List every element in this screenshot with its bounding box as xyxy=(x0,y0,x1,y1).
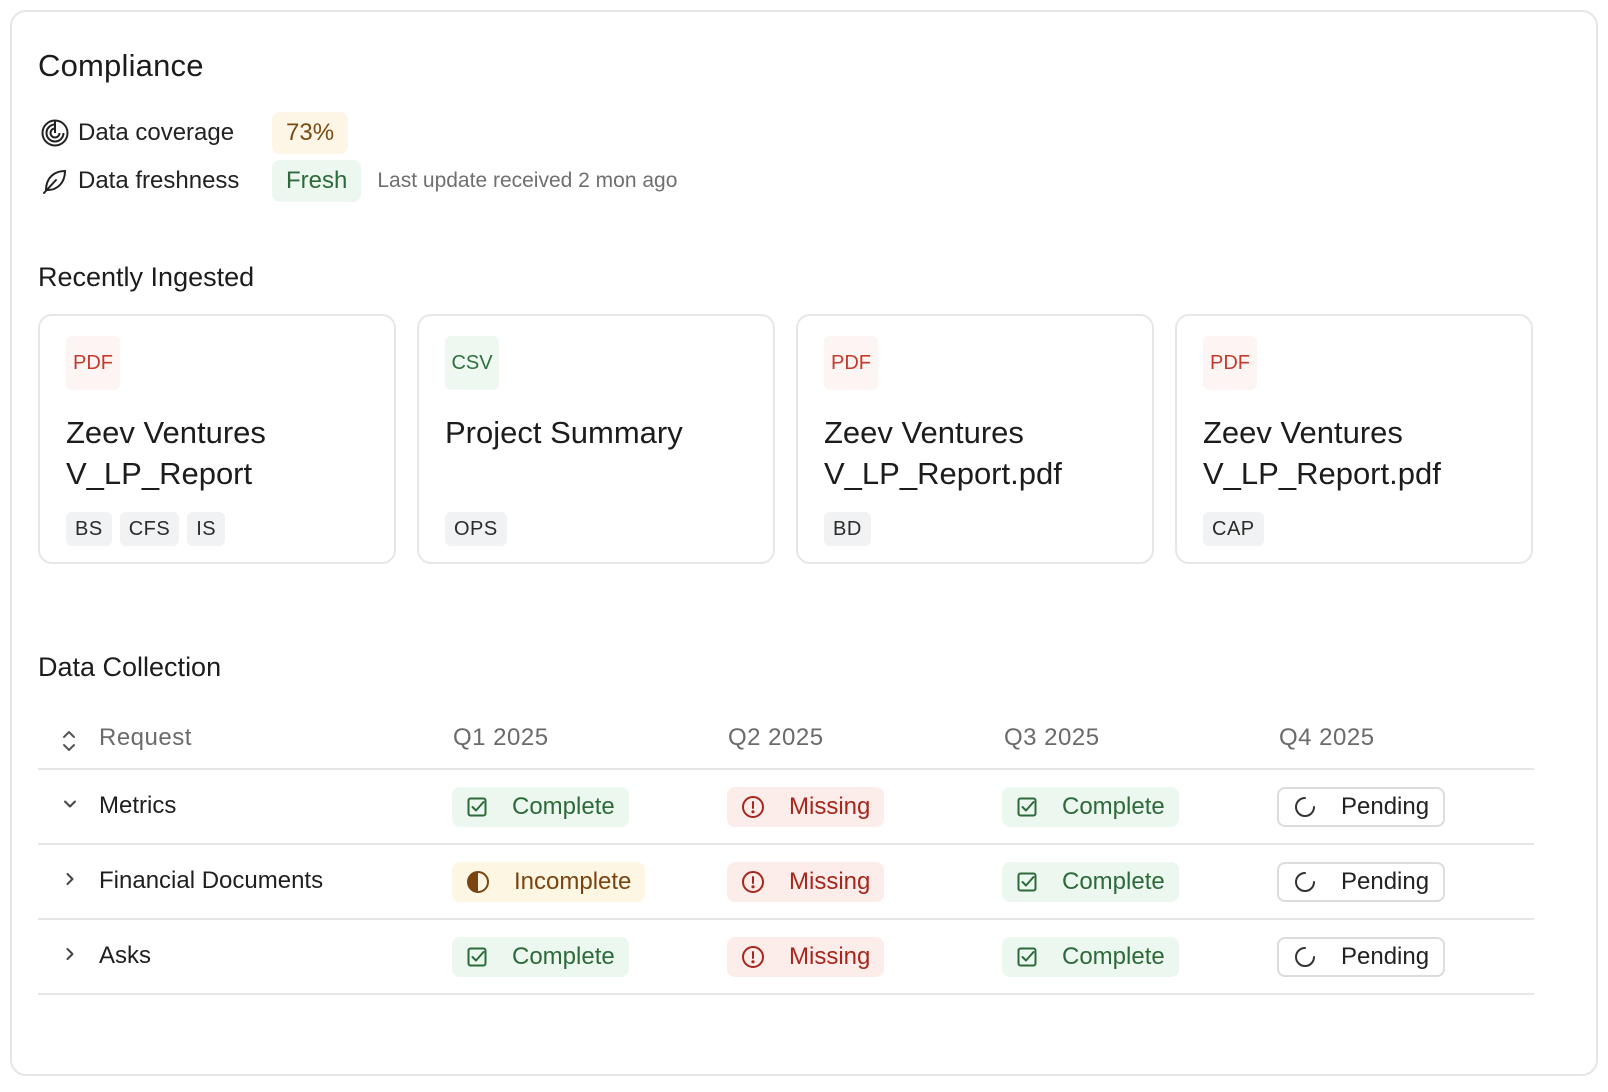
data-collection-table: Request Q1 2025 Q2 2025 Q3 2025 Q4 2025 … xyxy=(38,714,1534,995)
half-circle-icon xyxy=(466,870,502,894)
tag: CAP xyxy=(1203,512,1264,546)
data-coverage-row: Data coverage 73% xyxy=(38,112,349,154)
status-badge[interactable]: Pending xyxy=(1277,862,1446,902)
status-label: Missing xyxy=(789,793,871,820)
file-type-badge: PDF xyxy=(824,336,878,390)
file-name: Zeev Ventures V_LP_Report.pdf xyxy=(1203,415,1441,491)
row-label: Financial Documents xyxy=(99,867,324,894)
compliance-panel: Compliance Data coverage 73% Data freshn… xyxy=(10,10,1598,1076)
status-badge[interactable]: Complete xyxy=(1002,937,1179,977)
checkbox-check-icon xyxy=(1016,946,1050,968)
status-label: Complete xyxy=(1062,943,1165,970)
gauge-icon xyxy=(38,116,72,150)
file-type-badge: PDF xyxy=(1203,336,1257,390)
table-header: Request Q1 2025 Q2 2025 Q3 2025 Q4 2025 xyxy=(38,714,1534,770)
ingested-card[interactable]: PDF Zeev Ventures V_LP_Report.pdf BD xyxy=(796,314,1154,564)
tag: IS xyxy=(187,512,226,546)
status-badge[interactable]: Pending xyxy=(1277,937,1446,977)
checkbox-check-icon xyxy=(1016,871,1050,893)
status-label: Pending xyxy=(1341,868,1430,895)
tag-list: BD xyxy=(824,512,871,546)
status-badge[interactable]: Complete xyxy=(452,937,629,977)
recently-ingested-cards: PDF Zeev Ventures V_LP_Report BS CFS IS … xyxy=(38,314,1533,564)
data-coverage-label: Data coverage xyxy=(78,119,235,146)
recently-ingested-title: Recently Ingested xyxy=(38,262,255,292)
status-badge[interactable]: Incomplete xyxy=(452,862,646,902)
chevron-right-icon[interactable] xyxy=(62,871,78,892)
file-name: Zeev Ventures V_LP_Report.pdf xyxy=(824,415,1062,491)
loader-icon xyxy=(1293,945,1329,969)
status-label: Complete xyxy=(1062,793,1165,820)
file-type-badge: CSV xyxy=(445,336,499,390)
tag-list: CAP xyxy=(1203,512,1264,546)
alert-circle-icon xyxy=(741,870,777,894)
table-row[interactable]: Financial Documents Incomplete Missing Comp… xyxy=(38,845,1534,920)
status-label: Missing xyxy=(789,868,871,895)
tag-list: BS CFS IS xyxy=(66,512,226,546)
loader-icon xyxy=(1293,795,1329,819)
status-label: Complete xyxy=(512,943,615,970)
chevron-right-icon[interactable] xyxy=(62,946,78,967)
status-badge[interactable]: Missing xyxy=(727,862,885,902)
page-title: Compliance xyxy=(38,48,204,83)
column-header-q3: Q3 2025 xyxy=(1004,724,1100,751)
file-name: Zeev Ventures V_LP_Report xyxy=(66,415,266,491)
table-body: Metrics Complete Missing Complete Pending Fin… xyxy=(38,770,1534,995)
status-badge[interactable]: Complete xyxy=(1002,862,1179,902)
status-label: Pending xyxy=(1341,943,1430,970)
status-label: Complete xyxy=(512,793,615,820)
ingested-card[interactable]: CSV Project Summary OPS xyxy=(417,314,775,564)
status-label: Missing xyxy=(789,943,871,970)
column-header-q2: Q2 2025 xyxy=(728,724,824,751)
column-header-q1: Q1 2025 xyxy=(453,724,549,751)
ingested-card[interactable]: PDF Zeev Ventures V_LP_Report BS CFS IS xyxy=(38,314,396,564)
row-label: Metrics xyxy=(99,792,177,819)
ingested-card[interactable]: PDF Zeev Ventures V_LP_Report.pdf CAP xyxy=(1175,314,1533,564)
column-header-request[interactable]: Request xyxy=(99,724,192,752)
status-badge[interactable]: Complete xyxy=(1002,787,1179,827)
last-update-note: Last update received 2 mon ago xyxy=(377,169,678,192)
tag: OPS xyxy=(445,512,507,546)
tag-list: OPS xyxy=(445,512,507,546)
data-freshness-label: Data freshness xyxy=(78,167,240,194)
status-label: Complete xyxy=(1062,868,1165,895)
status-label: Incomplete xyxy=(514,868,632,895)
status-badge[interactable]: Complete xyxy=(452,787,629,827)
checkbox-check-icon xyxy=(466,796,500,818)
file-type-badge: PDF xyxy=(66,336,120,390)
checkbox-check-icon xyxy=(1016,796,1050,818)
chevron-down-icon[interactable] xyxy=(62,796,78,817)
loader-icon xyxy=(1293,870,1329,894)
alert-circle-icon xyxy=(741,945,777,969)
table-row[interactable]: Metrics Complete Missing Complete Pending xyxy=(38,770,1534,845)
data-freshness-row: Data freshness Fresh Last update receive… xyxy=(38,160,677,202)
sort-icon[interactable] xyxy=(60,728,78,759)
row-label: Asks xyxy=(99,942,152,969)
alert-circle-icon xyxy=(741,795,777,819)
tag: BS xyxy=(66,512,112,546)
status-label: Pending xyxy=(1341,793,1430,820)
status-badge[interactable]: Pending xyxy=(1277,787,1446,827)
status-badge[interactable]: Missing xyxy=(727,937,885,977)
checkbox-check-icon xyxy=(466,946,500,968)
data-coverage-value: 73% xyxy=(272,112,349,154)
column-header-q4: Q4 2025 xyxy=(1279,724,1375,751)
tag: BD xyxy=(824,512,871,546)
data-freshness-value: Fresh xyxy=(272,160,362,202)
tag: CFS xyxy=(119,512,180,546)
table-row[interactable]: Asks Complete Missing Complete Pending xyxy=(38,920,1534,995)
leaf-icon xyxy=(38,164,72,198)
file-name: Project Summary xyxy=(445,415,683,450)
status-badge[interactable]: Missing xyxy=(727,787,885,827)
data-collection-title: Data Collection xyxy=(38,652,222,682)
